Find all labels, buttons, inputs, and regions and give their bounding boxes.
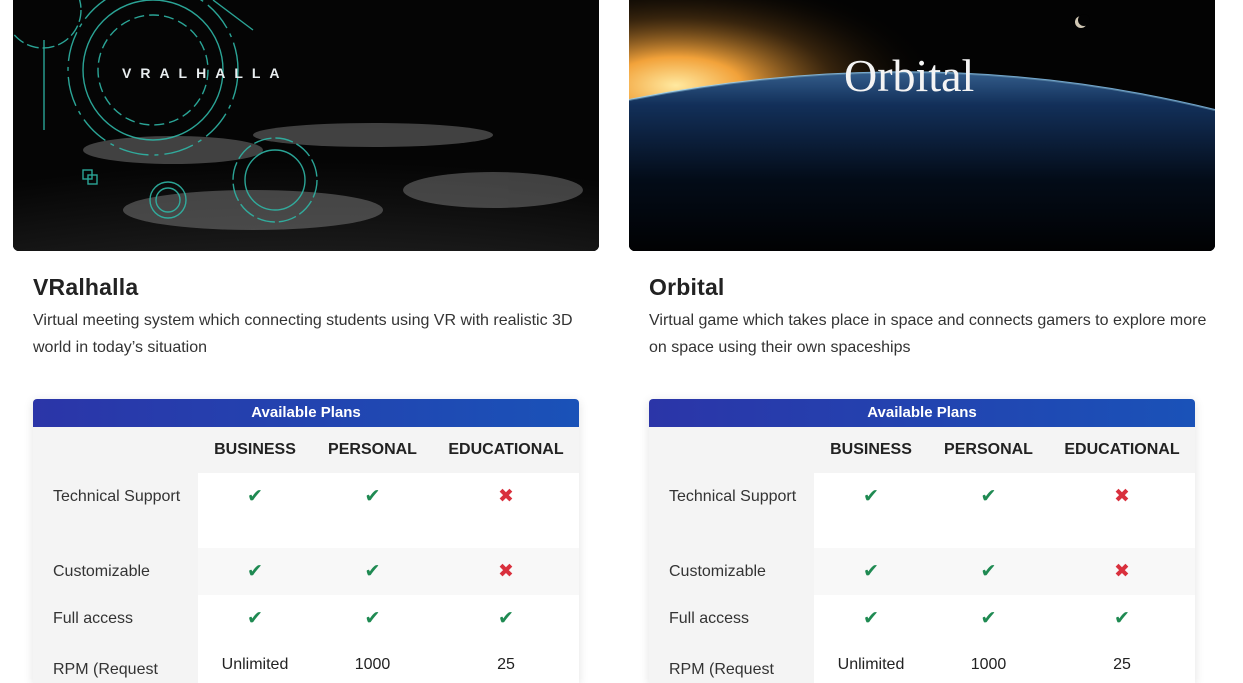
table-row: Customizable ✔ ✔ ✖: [649, 548, 1195, 595]
project-description: Virtual game which takes place in space …: [649, 312, 1207, 356]
plans-table: Available Plans BUSINESS PERSONAL EDUCAT…: [33, 399, 579, 683]
cross-icon: ✖: [498, 561, 514, 582]
plan-value: 25: [497, 656, 515, 673]
table-row: Technical Support ✔ ✔ ✖: [33, 473, 579, 548]
feature-label: Customizable: [33, 548, 198, 595]
plans-table: Available Plans BUSINESS PERSONAL EDUCAT…: [649, 399, 1195, 683]
cross-icon: ✖: [498, 486, 514, 507]
check-icon: ✔: [980, 561, 997, 582]
check-icon: ✔: [364, 486, 381, 507]
plans-heading: Available Plans: [33, 399, 579, 427]
orbital-hero-graphic: [629, 0, 1215, 251]
hero-logo-text: Orbital: [844, 50, 975, 101]
check-icon: ✔: [247, 561, 263, 582]
check-icon: ✔: [247, 486, 263, 507]
column-educational: EDUCATIONAL: [1049, 427, 1195, 473]
table-row: Technical Support ✔ ✔ ✖: [649, 473, 1195, 548]
check-icon: ✔: [364, 561, 381, 582]
plan-value: 1000: [354, 656, 391, 673]
cross-icon: ✖: [1114, 561, 1130, 582]
project-title: Orbital: [649, 274, 725, 300]
check-icon: ✔: [498, 608, 514, 629]
column-business: BUSINESS: [198, 427, 312, 473]
table-row: RPM (Request Unlimited 1000 25: [649, 642, 1195, 683]
check-icon: ✔: [863, 608, 879, 629]
feature-label: RPM (Request: [649, 642, 814, 683]
plans-header-row: BUSINESS PERSONAL EDUCATIONAL: [33, 427, 579, 473]
feature-label: RPM (Request: [33, 642, 198, 683]
plans-grid: BUSINESS PERSONAL EDUCATIONAL Technical …: [33, 427, 579, 683]
column-educational: EDUCATIONAL: [433, 427, 579, 473]
project-card-orbital: Orbital Orbital Virtual game which takes…: [629, 0, 1215, 683]
check-icon: ✔: [364, 608, 381, 629]
hero-logo-text: VRALHALLA: [122, 65, 289, 81]
plans-heading: Available Plans: [649, 399, 1195, 427]
project-description: Virtual meeting system which connecting …: [33, 312, 573, 356]
check-icon: ✔: [980, 608, 997, 629]
feature-label: Customizable: [649, 548, 814, 595]
column-business: BUSINESS: [814, 427, 928, 473]
plan-value: 1000: [970, 656, 1007, 673]
vralhalla-hero-image[interactable]: VRALHALLA: [13, 0, 599, 251]
plan-value: 25: [1113, 656, 1131, 673]
column-personal: PERSONAL: [312, 427, 433, 473]
table-row: Customizable ✔ ✔ ✖: [33, 548, 579, 595]
feature-label: Technical Support: [649, 473, 814, 548]
header-empty-cell: [33, 427, 198, 473]
vralhalla-hero-graphic: [13, 0, 599, 251]
plan-value: Unlimited: [837, 656, 905, 673]
project-title: VRalhalla: [33, 274, 139, 300]
table-row: RPM (Request Unlimited 1000 25: [33, 642, 579, 683]
check-icon: ✔: [247, 608, 263, 629]
plans-header-row: BUSINESS PERSONAL EDUCATIONAL: [649, 427, 1195, 473]
check-icon: ✔: [1114, 608, 1130, 629]
header-empty-cell: [649, 427, 814, 473]
feature-label: Technical Support: [33, 473, 198, 548]
check-icon: ✔: [980, 486, 997, 507]
table-row: Full access ✔ ✔ ✔: [649, 595, 1195, 642]
project-card-vralhalla: VRALHALLA VRalhalla Virtual meeting syst…: [13, 0, 599, 683]
cross-icon: ✖: [1114, 486, 1130, 507]
orbital-hero-image[interactable]: Orbital: [629, 0, 1215, 251]
table-row: Full access ✔ ✔ ✔: [33, 595, 579, 642]
plans-grid: BUSINESS PERSONAL EDUCATIONAL Technical …: [649, 427, 1195, 683]
check-icon: ✔: [863, 561, 879, 582]
check-icon: ✔: [863, 486, 879, 507]
feature-label: Full access: [33, 595, 198, 642]
plan-value: Unlimited: [221, 656, 289, 673]
feature-label: Full access: [649, 595, 814, 642]
column-personal: PERSONAL: [928, 427, 1049, 473]
